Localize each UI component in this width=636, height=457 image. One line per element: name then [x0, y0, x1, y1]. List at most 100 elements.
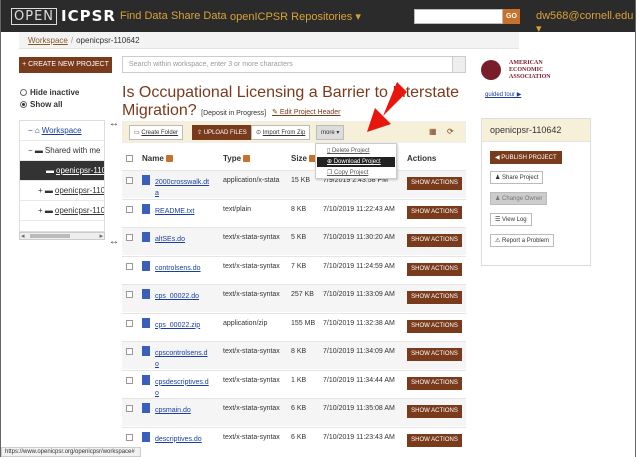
column-header-name[interactable]: Name: [142, 154, 173, 163]
workspace-search-button[interactable]: [452, 57, 465, 72]
file-name-link[interactable]: descriptives.do: [155, 434, 211, 445]
table-row[interactable]: cps_00022.zip application/zip 155 MB 7/10/2…: [122, 312, 466, 341]
row-checkbox[interactable]: [126, 234, 133, 241]
edit-project-header-link[interactable]: ✎ Edit Project Header: [272, 108, 341, 116]
guided-tour-link[interactable]: guided tour ▶: [485, 91, 521, 98]
show-actions-button[interactable]: SHOW ACTIONS: [407, 319, 462, 333]
tree-label[interactable]: openicpsr-110: [55, 186, 104, 195]
create-folder-button[interactable]: ▭ Create Folder: [129, 125, 184, 140]
openicpsr-logo[interactable]: OPEN ICPSR: [11, 7, 116, 25]
report-problem-button[interactable]: ⚠ Report a Problem: [490, 234, 555, 247]
download-project-label: Download Project: [333, 159, 381, 165]
change-owner-button[interactable]: ♟ Change Owner: [490, 192, 548, 205]
show-actions-button[interactable]: SHOW ACTIONS: [407, 234, 462, 247]
file-name-link[interactable]: controlsens.do: [155, 263, 211, 274]
workspace-search-input[interactable]: Search within workspace, enter 3 or more…: [122, 56, 466, 73]
scroll-thumb[interactable]: [30, 234, 70, 238]
table-row[interactable]: 2000crosswalk.dta application/x-stata 15 K…: [122, 170, 466, 198]
show-actions-button[interactable]: SHOW ACTIONS: [407, 348, 462, 361]
nav-search-input[interactable]: [414, 9, 503, 24]
resize-handle-icon[interactable]: ↔: [109, 236, 119, 247]
scroll-right-icon[interactable]: ▸: [99, 232, 103, 240]
browser-page: { "nav": { "logo_open": "OPEN", "logo_ic…: [0, 0, 636, 457]
more-dropdown-button[interactable]: more ▾: [316, 125, 345, 140]
row-checkbox[interactable]: [126, 319, 133, 327]
row-checkbox[interactable]: [126, 433, 133, 441]
create-new-project-button[interactable]: + CREATE NEW PROJECT: [19, 57, 112, 73]
table-row[interactable]: README.txt text/plain 8 KB 7/10/2019 11:22:…: [122, 198, 466, 227]
file-name-link[interactable]: cpscontrolsens.do: [155, 348, 211, 370]
nav-find-data[interactable]: Find Data: [120, 10, 168, 22]
table-row[interactable]: cps_00022.do text/x-stata-syntax 257 KB 7/1…: [122, 284, 466, 312]
table-row[interactable]: cpsmain.do text/x-stata-syntax 6 KB 7/10/20…: [122, 398, 466, 426]
row-checkbox[interactable]: [126, 177, 133, 184]
file-icon: [142, 175, 150, 185]
file-name-link[interactable]: cps_00022.do: [155, 291, 211, 302]
show-actions-button[interactable]: SHOW ACTIONS: [407, 177, 462, 190]
row-checkbox[interactable]: [126, 205, 133, 213]
table-row[interactable]: cpscontrolsens.do text/x-stata-syntax 8 KB…: [122, 341, 466, 369]
download-project-item[interactable]: ⊕ Download Project: [317, 157, 395, 167]
delete-project-item[interactable]: ▯ Delete Project: [317, 146, 395, 156]
show-actions-button[interactable]: SHOW ACTIONS: [407, 205, 462, 219]
nav-go-button[interactable]: GO: [503, 9, 520, 24]
tree-label[interactable]: openicpsr-110: [56, 166, 104, 175]
sort-icon[interactable]: [243, 155, 251, 163]
tree-node-project-selected[interactable]: ▬ openicpsr-110: [20, 161, 104, 181]
resize-handle-icon[interactable]: ↔: [109, 118, 119, 129]
view-log-button[interactable]: ☰ View Log: [490, 213, 532, 226]
file-type: text/x-stata-syntax: [223, 262, 280, 270]
file-name-link[interactable]: altSEs.do: [155, 234, 211, 245]
file-name-link[interactable]: 2000crosswalk.dta: [155, 177, 211, 199]
row-checkbox[interactable]: [126, 376, 133, 384]
tree-node-shared[interactable]: − ▬ Shared with me: [20, 141, 104, 161]
tree-node-project[interactable]: + ▬ openicpsr-110: [20, 181, 104, 201]
row-checkbox[interactable]: [126, 348, 133, 355]
table-row[interactable]: cpsdescriptives.do text/x-stata-syntax 1 K…: [122, 369, 466, 399]
file-last-modified: 7/10/2019 11:24:59 AM: [323, 262, 395, 270]
scroll-left-icon[interactable]: ◂: [21, 232, 25, 240]
file-name-link[interactable]: README.txt: [155, 206, 211, 217]
hide-inactive-radio[interactable]: Hide inactive: [20, 88, 79, 97]
column-header-actions: Actions: [407, 154, 437, 163]
grid-view-icon[interactable]: ▦: [429, 127, 437, 136]
refresh-icon[interactable]: ⟳: [447, 127, 454, 136]
show-actions-button[interactable]: SHOW ACTIONS: [407, 376, 462, 390]
nav-repositories-menu[interactable]: openICPSR Repositories ▾: [230, 10, 361, 23]
sort-icon[interactable]: [165, 155, 173, 163]
show-actions-button[interactable]: SHOW ACTIONS: [407, 433, 462, 447]
publish-project-button[interactable]: ◀ PUBLISH PROJECT: [490, 151, 562, 164]
row-checkbox[interactable]: [126, 405, 133, 412]
user-menu[interactable]: dw568@cornell.edu ▾: [536, 10, 635, 35]
file-name-link[interactable]: cpsmain.do: [155, 405, 211, 416]
tree-label[interactable]: Workspace: [42, 126, 82, 135]
copy-project-item[interactable]: ❐ Copy Project: [317, 168, 395, 178]
select-all-checkbox[interactable]: [126, 155, 133, 162]
row-checkbox[interactable]: [126, 262, 133, 270]
tree-label[interactable]: openicpsr-110: [55, 206, 104, 215]
share-project-button[interactable]: ♟ Share Project: [490, 171, 544, 184]
table-row[interactable]: controlsens.do text/x-stata-syntax 7 KB 7/1…: [122, 255, 466, 284]
upload-files-button[interactable]: ⇪ UPLOAD FILES: [192, 125, 252, 140]
column-header-type[interactable]: Type: [223, 154, 251, 163]
file-name-link[interactable]: cps_00022.zip: [155, 320, 211, 331]
tree-node-workspace[interactable]: − ⌂ Workspace: [20, 121, 104, 141]
show-actions-button[interactable]: SHOW ACTIONS: [407, 291, 462, 304]
table-row[interactable]: descriptives.do text/x-stata-syntax 6 KB 7/…: [122, 426, 466, 455]
file-last-modified: 7/10/2019 11:35:08 AM: [323, 405, 395, 412]
show-all-radio[interactable]: Show all: [20, 100, 62, 109]
column-header-size[interactable]: Size: [291, 154, 317, 163]
file-size: 6 KB: [291, 433, 307, 441]
nav-share-data[interactable]: Share Data: [171, 10, 227, 22]
show-actions-button[interactable]: SHOW ACTIONS: [407, 405, 462, 418]
row-checkbox[interactable]: [126, 291, 133, 298]
tree-horizontal-scrollbar[interactable]: ◂ ▸: [19, 232, 105, 240]
import-from-zip-button[interactable]: ⊙ Import From Zip: [251, 125, 311, 140]
table-row[interactable]: altSEs.do text/x-stata-syntax 5 KB 7/10/201…: [122, 227, 466, 255]
folder-icon: + ▬: [38, 206, 53, 215]
file-name-link[interactable]: cpsdescriptives.do: [155, 377, 211, 399]
tree-node-project[interactable]: + ▬ openicpsr-110: [20, 201, 104, 221]
breadcrumb-workspace-link[interactable]: Workspace: [28, 36, 68, 45]
show-actions-button[interactable]: SHOW ACTIONS: [407, 262, 462, 276]
import-zip-label: Import From Zip: [262, 130, 306, 136]
